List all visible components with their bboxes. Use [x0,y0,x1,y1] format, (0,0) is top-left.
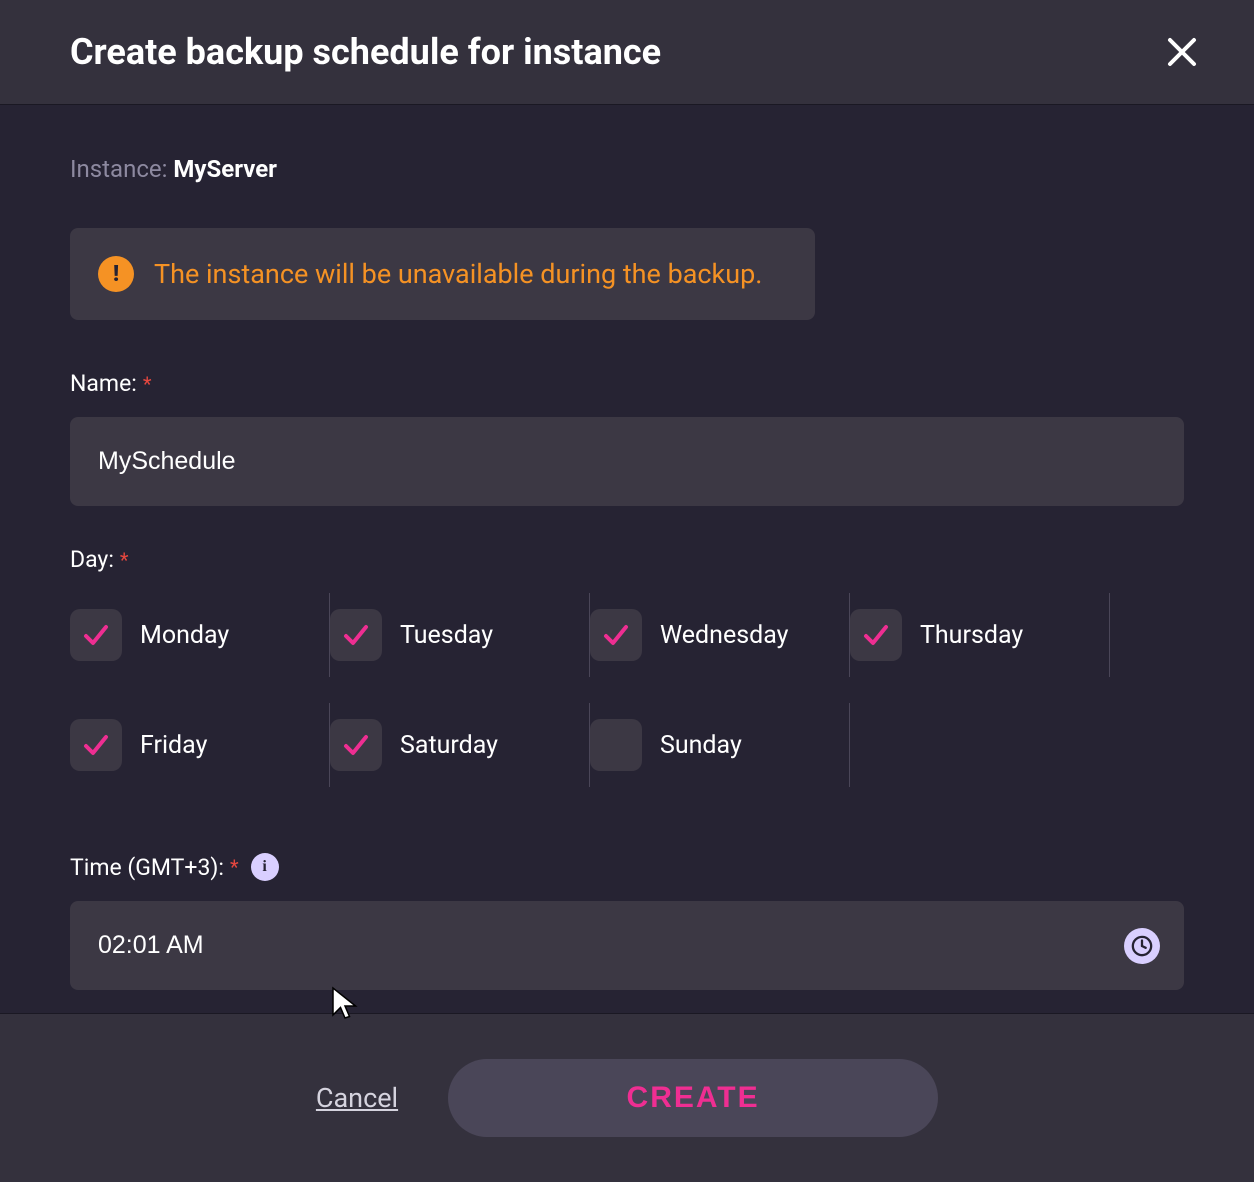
day-label: Friday [140,731,207,760]
day-field-label: Day: * [70,546,1184,573]
warning-text: The instance will be unavailable during … [154,258,762,290]
day-label: Saturday [400,731,498,760]
exclamation-icon: ! [98,256,134,292]
name-field-label: Name: * [70,370,1184,397]
day-label: Thursday [920,621,1023,650]
modal-footer: Cancel CREATE [0,1013,1254,1182]
instance-line: Instance: MyServer [70,155,1184,183]
time-label-text: Time (GMT+3): [70,854,224,881]
x-icon [1166,36,1198,68]
day-label-text: Day: [70,546,114,573]
day-item-saturday: Saturday [330,703,590,787]
day-item-sunday: Sunday [590,703,850,787]
create-button[interactable]: CREATE [448,1059,938,1137]
day-label: Sunday [660,731,742,760]
day-checkbox-thursday[interactable] [850,609,902,661]
day-checkbox-sunday[interactable] [590,719,642,771]
time-field-group: Time (GMT+3): * i [70,853,1184,990]
required-indicator: * [143,372,152,396]
time-input-wrap [70,901,1184,990]
required-indicator: * [120,548,129,572]
day-checkbox-tuesday[interactable] [330,609,382,661]
name-input[interactable] [70,417,1184,506]
time-input[interactable] [70,901,1184,990]
day-item-tuesday: Tuesday [330,593,590,677]
cancel-button[interactable]: Cancel [316,1082,398,1114]
days-grid: Monday Tuesday Wednesday Thursday Friday Satu… [70,593,1184,813]
modal-title: Create backup schedule for instance [70,31,661,73]
day-label: Tuesday [400,621,493,650]
day-item-thursday: Thursday [850,593,1110,677]
day-item-friday: Friday [70,703,330,787]
warning-banner: ! The instance will be unavailable durin… [70,228,815,320]
modal-body: Instance: MyServer ! The instance will b… [0,105,1254,1013]
day-item-wednesday: Wednesday [590,593,850,677]
time-field-label: Time (GMT+3): * i [70,853,1184,881]
day-checkbox-saturday[interactable] [330,719,382,771]
day-field-group: Day: * Monday Tuesday Wednesday Thursday Fri… [70,546,1184,813]
day-item-monday: Monday [70,593,330,677]
close-icon[interactable] [1160,30,1204,74]
name-label-text: Name: [70,370,137,397]
required-indicator: * [230,855,239,879]
day-checkbox-wednesday[interactable] [590,609,642,661]
instance-label: Instance: [70,155,173,183]
modal-header: Create backup schedule for instance [0,0,1254,105]
info-icon[interactable]: i [251,853,279,881]
day-label: Monday [140,621,229,650]
clock-icon[interactable] [1124,928,1160,964]
instance-name: MyServer [173,155,277,183]
backup-schedule-modal: Create backup schedule for instance Inst… [0,0,1254,1182]
day-checkbox-monday[interactable] [70,609,122,661]
day-label: Wednesday [660,621,788,650]
name-field-group: Name: * [70,370,1184,506]
day-checkbox-friday[interactable] [70,719,122,771]
